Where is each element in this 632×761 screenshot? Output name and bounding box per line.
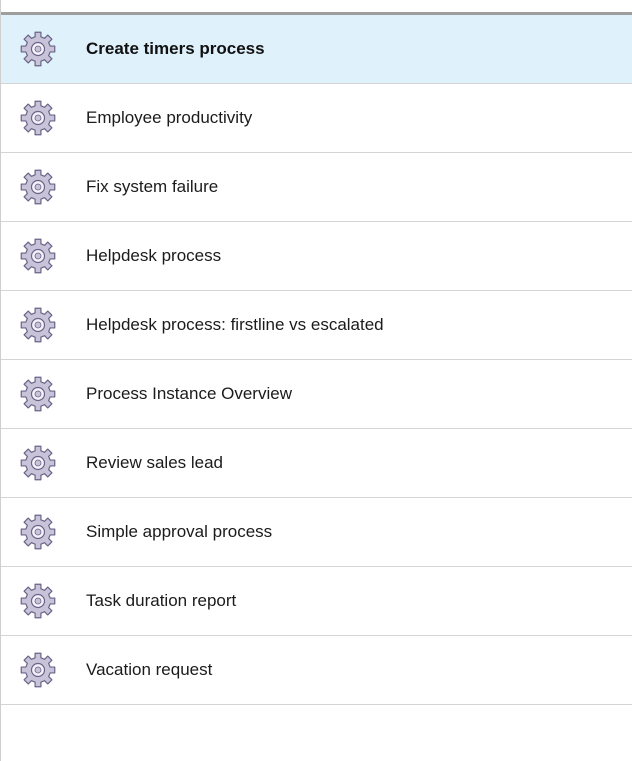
gear-icon xyxy=(19,444,57,482)
list-item[interactable]: Helpdesk process: firstline vs escalated xyxy=(1,291,632,360)
process-definition-list: Create timers process Employee productiv… xyxy=(1,15,632,705)
list-item[interactable]: Process Instance Overview xyxy=(1,360,632,429)
gear-icon xyxy=(19,237,57,275)
list-item[interactable]: Fix system failure xyxy=(1,153,632,222)
gear-icon xyxy=(19,168,57,206)
gear-icon xyxy=(19,306,57,344)
gear-icon xyxy=(19,651,57,689)
process-name: Helpdesk process xyxy=(86,246,222,265)
process-name: Fix system failure xyxy=(86,177,219,196)
gear-icon xyxy=(19,513,57,551)
process-name: Create timers process xyxy=(86,39,265,58)
list-item[interactable]: Task duration report xyxy=(1,567,632,636)
list-item[interactable]: Employee productivity xyxy=(1,84,632,153)
list-item[interactable]: Simple approval process xyxy=(1,498,632,567)
list-item[interactable]: Create timers process xyxy=(1,15,632,84)
process-name: Task duration report xyxy=(86,591,237,610)
process-name: Helpdesk process: firstline vs escalated xyxy=(86,315,384,334)
gear-icon xyxy=(19,99,57,137)
process-name: Review sales lead xyxy=(86,453,224,472)
gear-icon xyxy=(19,375,57,413)
process-name: Vacation request xyxy=(86,660,213,679)
gear-icon xyxy=(19,30,57,68)
process-list-panel: Create timers process Employee productiv… xyxy=(0,0,632,761)
list-item[interactable]: Vacation request xyxy=(1,636,632,705)
list-item[interactable]: Helpdesk process xyxy=(1,222,632,291)
process-name: Employee productivity xyxy=(86,108,253,127)
gear-icon xyxy=(19,582,57,620)
process-name: Simple approval process xyxy=(86,522,273,541)
list-item[interactable]: Review sales lead xyxy=(1,429,632,498)
process-name: Process Instance Overview xyxy=(86,384,292,403)
